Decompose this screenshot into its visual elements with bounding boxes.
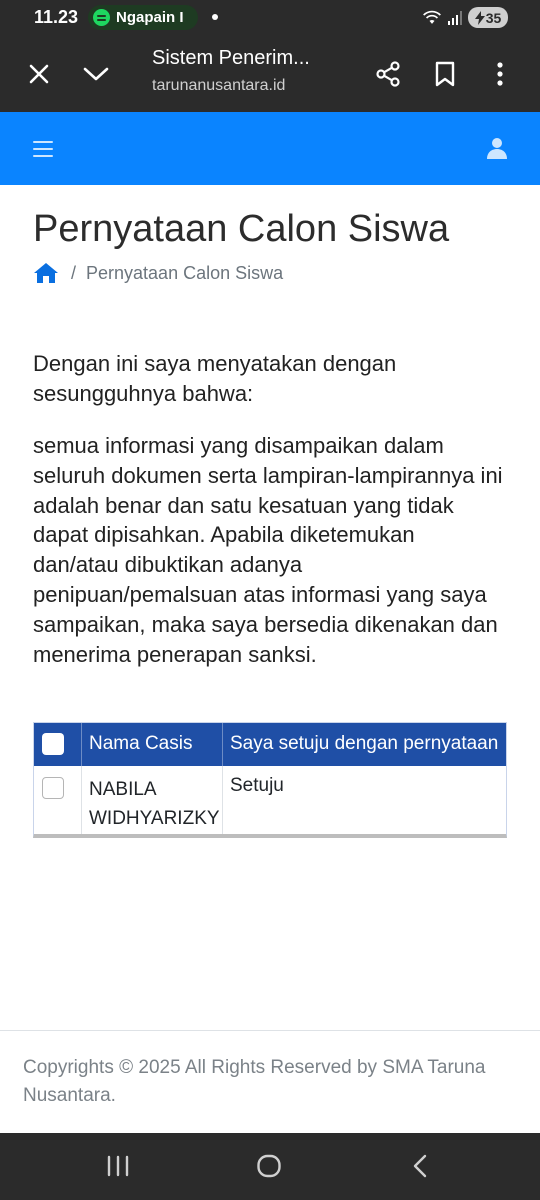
recent-apps-icon[interactable]	[98, 1151, 138, 1181]
agreement-table: Nama Casis Saya setuju dengan pernyataan…	[33, 722, 507, 838]
select-all-checkbox[interactable]	[42, 733, 64, 755]
battery-level: 35	[485, 9, 502, 26]
wifi-icon	[423, 10, 441, 24]
battery-charging-icon: 35	[468, 7, 508, 28]
row-checkbox[interactable]	[42, 777, 64, 799]
breadcrumb-separator: /	[71, 262, 77, 283]
system-navigation-bar	[0, 1133, 540, 1200]
column-header-name[interactable]: Nama Casis	[82, 723, 223, 766]
cell-agreement: Setuju	[230, 775, 284, 796]
breadcrumb: / Pernyataan Calon Siswa	[33, 262, 283, 284]
statement-intro: Dengan ini saya menyatakan dengan sesung…	[33, 351, 397, 406]
tab-url[interactable]: tarunanusantara.id	[152, 77, 285, 95]
signal-icon	[448, 10, 462, 25]
statement-body: semua informasi yang disampaikan dalam s…	[33, 433, 503, 667]
home-circle-icon[interactable]	[249, 1151, 289, 1181]
site-navbar	[0, 112, 540, 185]
notification-dot-icon	[212, 14, 218, 20]
select-all-cell	[34, 723, 82, 766]
share-icon[interactable]	[368, 54, 408, 94]
status-time: 11.23	[34, 7, 79, 27]
back-icon[interactable]	[400, 1151, 440, 1181]
table-row: NABILA WIDHYARIZKY Setuju	[34, 766, 506, 834]
row-select-cell	[34, 766, 82, 834]
cell-student-name: NABILA WIDHYARIZKY	[82, 766, 223, 834]
chevron-down-icon[interactable]	[76, 54, 116, 94]
bookmark-icon[interactable]	[425, 54, 465, 94]
user-icon[interactable]	[485, 136, 509, 160]
hamburger-menu-icon[interactable]	[33, 139, 53, 159]
page-title: Pernyataan Calon Siswa	[33, 208, 450, 250]
status-bar: 11.23 Ngapain I 35	[0, 0, 540, 36]
breadcrumb-current: Pernyataan Calon Siswa	[86, 262, 284, 283]
more-vert-icon[interactable]	[480, 54, 520, 94]
column-header-agreement[interactable]: Saya setuju dengan pernyataan	[223, 723, 506, 766]
close-icon[interactable]	[19, 54, 59, 94]
page-footer: Copyrights © 2025 All Rights Reserved by…	[0, 1030, 540, 1133]
home-icon[interactable]	[33, 262, 59, 284]
media-app-text: Ngapain I	[116, 9, 184, 26]
spotify-icon	[93, 9, 110, 26]
media-notification-chip[interactable]: Ngapain I	[88, 5, 198, 30]
footer-copyright: Copyrights © 2025 All Rights Reserved by…	[23, 1057, 486, 1106]
tab-title: Sistem Penerim...	[152, 47, 310, 69]
table-header-row: Nama Casis Saya setuju dengan pernyataan	[34, 723, 506, 766]
browser-tab-header: Sistem Penerim... tarunanusantara.id	[0, 36, 540, 112]
